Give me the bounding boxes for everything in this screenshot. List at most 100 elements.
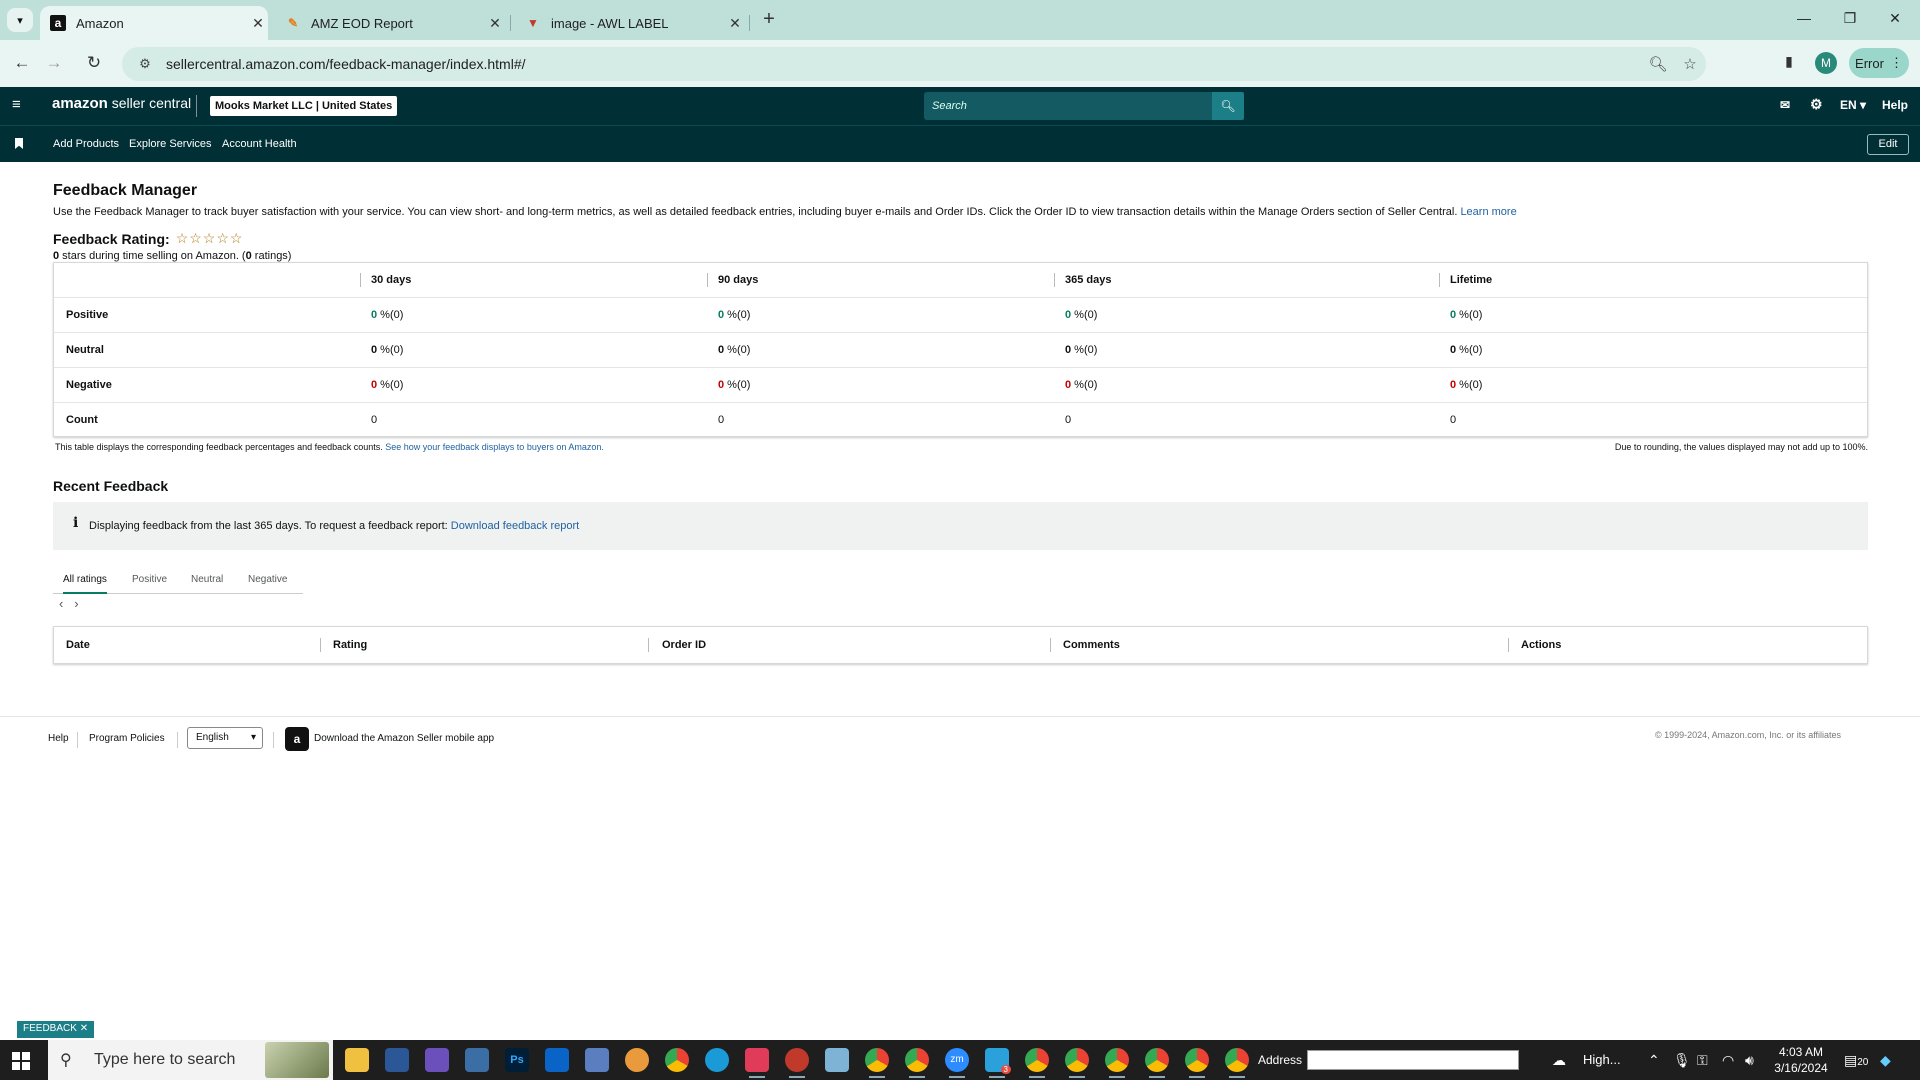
nav-add-products[interactable]: Add Products [53, 138, 119, 150]
feedback-tab[interactable]: FEEDBACK ✕ [17, 1021, 95, 1038]
monitor-app-icon[interactable] [465, 1048, 489, 1072]
feedback-tab-label: FEEDBACK [23, 1023, 77, 1034]
photoshop-icon[interactable]: Ps [505, 1048, 529, 1072]
bookmark-icon[interactable] [15, 138, 23, 149]
copilot-icon[interactable]: ◆ [1880, 1052, 1891, 1069]
download-app-link[interactable]: Download the Amazon Seller mobile app [314, 733, 494, 744]
close-icon[interactable]: ✕ [80, 1023, 88, 1034]
close-tab-icon[interactable]: ✕ [248, 15, 268, 32]
windows-start-icon[interactable] [12, 1052, 30, 1070]
cell-suffix: %(0) [1071, 309, 1098, 321]
table-cell: 0 %(0) [718, 379, 750, 391]
help-link[interactable]: Help [1882, 98, 1908, 112]
description-text: Use the Feedback Manager to track buyer … [53, 206, 1458, 218]
chrome-profile-icon[interactable] [1185, 1048, 1209, 1078]
footer-help-link[interactable]: Help [48, 733, 69, 744]
nav-explore-services[interactable]: Explore Services [129, 138, 212, 150]
tab-amazon[interactable]: a Amazon ✕ [40, 6, 268, 40]
chevron-up-icon[interactable]: ⌃ [1648, 1052, 1660, 1069]
error-button[interactable]: Error ⋮ [1849, 48, 1909, 78]
weather-icon[interactable]: ☁ [1552, 1052, 1566, 1069]
language-selector[interactable]: EN ▾ [1840, 98, 1866, 112]
close-tab-icon[interactable]: ✕ [725, 15, 745, 32]
edit-button[interactable]: Edit [1867, 134, 1909, 155]
reload-icon[interactable]: ↻ [83, 52, 105, 74]
tab-amz-eod-report[interactable]: ✎ AMZ EOD Report ✕ [275, 6, 505, 40]
app-icon[interactable] [745, 1048, 769, 1078]
search-button[interactable]: 🔍︎ [1212, 92, 1244, 120]
feedback-rating: Feedback Rating: ☆☆☆☆☆ [53, 230, 243, 247]
edge-icon[interactable] [705, 1048, 729, 1072]
account-switcher[interactable]: Mooks Market LLC | United States [210, 96, 398, 116]
tab-neutral[interactable]: Neutral [191, 574, 223, 585]
chrome-icon[interactable] [665, 1048, 689, 1072]
notes-icon[interactable] [825, 1048, 849, 1072]
telegram-icon[interactable]: 3 [985, 1048, 1011, 1078]
bookmark-star-icon[interactable]: ☆ [1674, 55, 1706, 73]
nav-account-health[interactable]: Account Health [222, 138, 297, 150]
chevron-right-icon[interactable]: › [74, 596, 78, 611]
profile-avatar[interactable]: M [1815, 52, 1837, 74]
chrome-profile-icon[interactable] [1105, 1048, 1129, 1078]
column-divider [1508, 638, 1509, 652]
back-arrow-icon[interactable]: ← [11, 52, 33, 74]
chrome-profile-icon[interactable] [1145, 1048, 1169, 1078]
forward-arrow-icon[interactable]: → [43, 52, 65, 74]
settings-gear-icon[interactable]: ⚙ [1810, 96, 1823, 113]
hamburger-menu-icon[interactable]: ≡ [12, 97, 26, 112]
restore-icon[interactable]: ❐ [1835, 10, 1865, 27]
buyer-display-link[interactable]: See how your feedback displays to buyers… [385, 442, 604, 452]
microphone-icon[interactable]: 🎙︎ [1673, 1052, 1691, 1069]
file-explorer-icon[interactable] [345, 1048, 369, 1072]
label-favicon-icon: ▼ [527, 16, 539, 30]
footer-program-policies-link[interactable]: Program Policies [89, 733, 165, 744]
chevron-left-icon[interactable]: ‹ [59, 596, 63, 611]
chrome-profile-icon[interactable] [1025, 1048, 1049, 1078]
learn-more-link[interactable]: Learn more [1460, 206, 1516, 218]
mail-app-icon[interactable] [545, 1048, 569, 1072]
notifications-icon[interactable]: ▤20 [1844, 1052, 1868, 1069]
calculator-icon[interactable] [585, 1048, 609, 1072]
chrome-profile-icon[interactable] [905, 1048, 929, 1078]
side-panel-icon[interactable]: ▮ [1779, 53, 1799, 73]
video-app-icon[interactable] [425, 1048, 449, 1072]
system-clock[interactable]: 4:03 AM 3/16/2024 [1768, 1044, 1834, 1076]
tab-search-dropdown[interactable]: ▾ [7, 8, 33, 32]
volume-icon[interactable]: 🔊︎ [1745, 1052, 1754, 1069]
site-info-icon[interactable]: ⚙ [130, 56, 160, 72]
chrome-profile-icon[interactable] [1225, 1048, 1249, 1078]
language-value: English [196, 732, 229, 743]
tab-all-ratings[interactable]: All ratings [63, 574, 107, 594]
column-header: Comments [1063, 639, 1120, 651]
zoom-app-icon[interactable]: zm [945, 1048, 969, 1078]
column-header: Rating [333, 639, 368, 651]
search-icon: ⚲ [60, 1052, 72, 1069]
address-bar[interactable]: ⚙ sellercentral.amazon.com/feedback-mana… [122, 47, 1706, 81]
tab-positive[interactable]: Positive [132, 574, 167, 585]
tab-negative[interactable]: Negative [248, 574, 287, 585]
chrome-profile-icon[interactable] [1065, 1048, 1089, 1078]
amazon-favicon-icon: a [50, 15, 66, 31]
app-icon[interactable] [785, 1048, 809, 1078]
rating-count-suffix: ratings) [251, 250, 292, 262]
store-icon[interactable] [385, 1048, 409, 1072]
network-icon[interactable]: ⚿ [1697, 1052, 1708, 1069]
search-input[interactable]: Search [924, 92, 1244, 120]
address-toolbar-input[interactable] [1307, 1050, 1519, 1070]
wifi-icon[interactable]: ◠ [1722, 1052, 1734, 1069]
tab-awl-label[interactable]: ▼ image - AWL LABEL ✕ [515, 6, 745, 40]
new-tab-button[interactable]: + [758, 9, 780, 31]
footer-language-select[interactable]: English ▾ [187, 727, 263, 749]
seller-central-logo[interactable]: amazon seller central [52, 95, 191, 112]
app-icon[interactable] [625, 1048, 649, 1072]
url-text[interactable]: sellercentral.amazon.com/feedback-manage… [166, 56, 1642, 72]
weather-text[interactable]: High... [1583, 1052, 1621, 1067]
close-tab-icon[interactable]: ✕ [485, 15, 505, 32]
chrome-profile-icon[interactable] [865, 1048, 889, 1078]
minimize-icon[interactable]: — [1789, 10, 1819, 26]
seller-app-icon[interactable]: a [285, 727, 309, 751]
close-window-icon[interactable]: ✕ [1880, 10, 1910, 27]
zoom-icon[interactable]: 🔍︎ [1642, 55, 1674, 73]
mail-icon[interactable]: ✉ [1780, 98, 1790, 112]
download-report-link[interactable]: Download feedback report [451, 520, 579, 532]
